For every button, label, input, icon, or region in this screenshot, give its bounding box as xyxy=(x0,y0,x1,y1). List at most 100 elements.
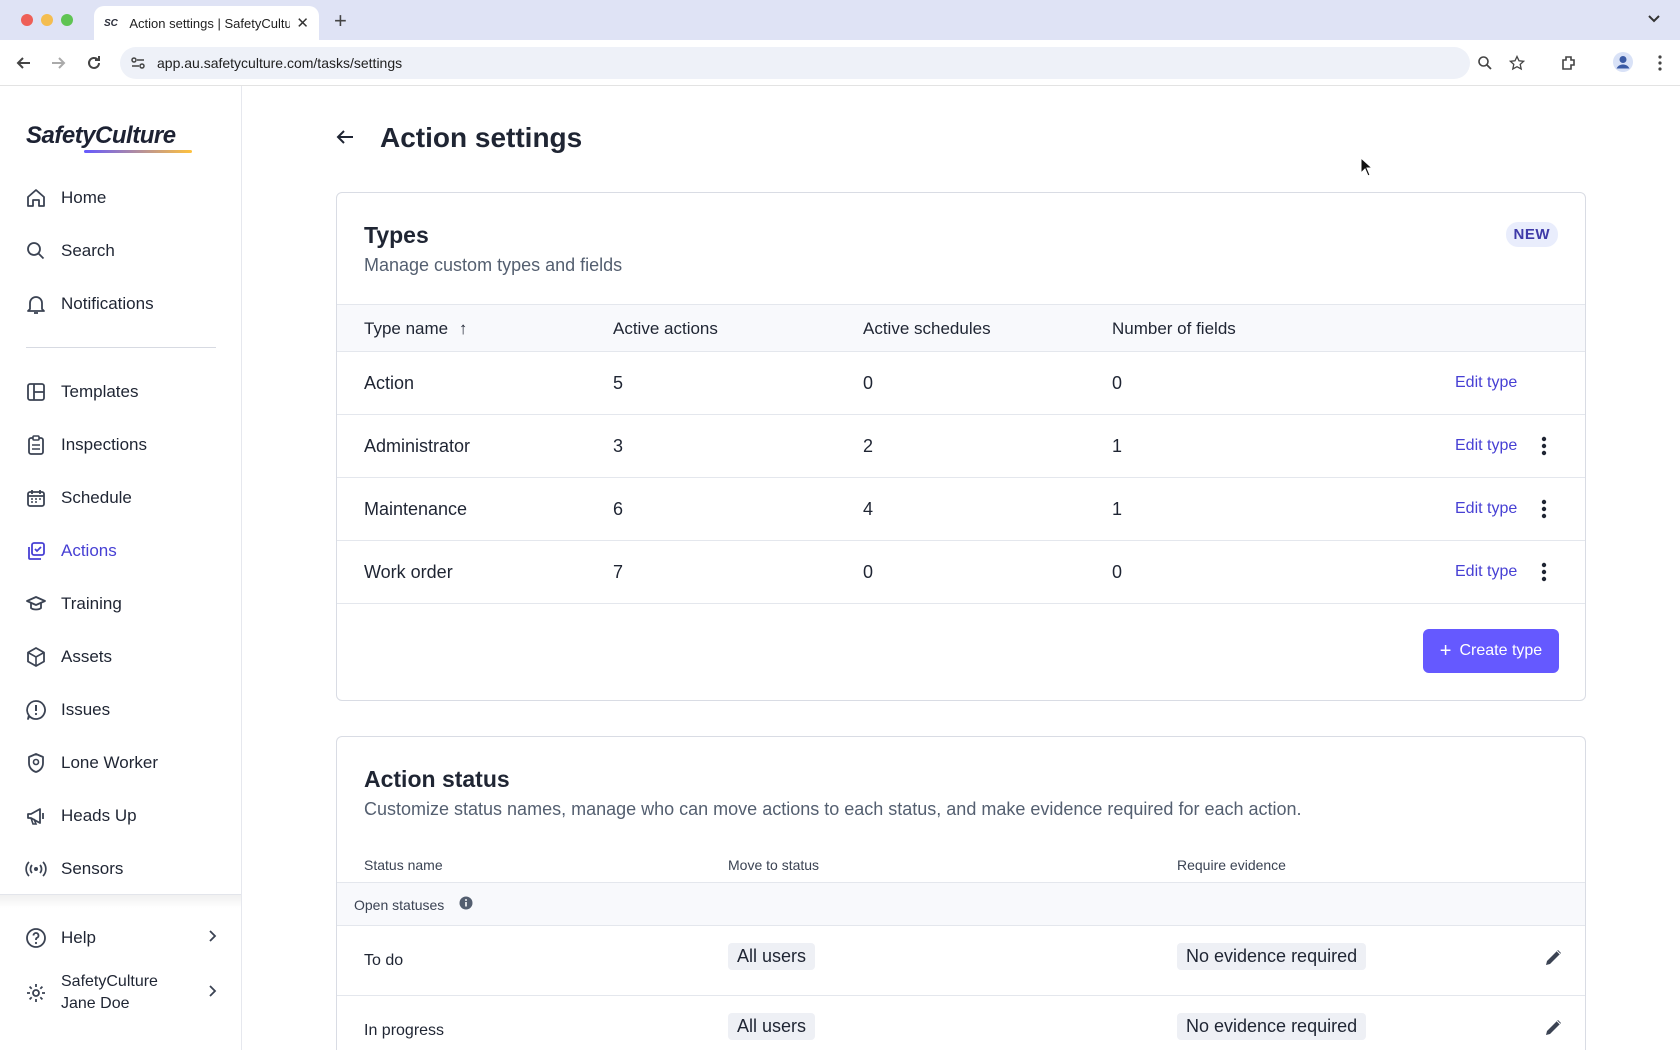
zoom-icon[interactable] xyxy=(1477,55,1493,76)
status-row: In progress All users No evidence requir… xyxy=(337,996,1585,1050)
calendar-icon xyxy=(25,487,47,509)
sidebar-item-heads-up[interactable]: Heads Up xyxy=(0,794,241,838)
active-schedules-value: 4 xyxy=(863,499,874,519)
sidebar-item-label: Home xyxy=(61,188,107,207)
window-close-button[interactable] xyxy=(21,14,33,26)
browser-menu-icon[interactable] xyxy=(1650,53,1670,78)
sidebar-item-label: Actions xyxy=(61,541,117,560)
window-minimize-button[interactable] xyxy=(41,14,53,26)
reload-icon[interactable] xyxy=(84,53,104,78)
new-badge: NEW xyxy=(1505,222,1558,247)
more-options-icon[interactable] xyxy=(1540,561,1548,588)
sidebar-item-schedule[interactable]: Schedule xyxy=(0,476,241,520)
active-schedules-value: 0 xyxy=(863,562,874,582)
edit-pencil-icon[interactable] xyxy=(1543,946,1565,973)
page-title: Action settings xyxy=(380,122,583,153)
active-schedules-value: 0 xyxy=(863,373,874,393)
sidebar-item-issues[interactable]: Issues xyxy=(0,688,241,732)
plus-icon: + xyxy=(1439,640,1452,662)
more-options-icon[interactable] xyxy=(1540,498,1548,525)
browser-toolbar: app.au.safetyculture.com/tasks/settings xyxy=(0,40,1680,86)
column-header-require-evidence: Require evidence xyxy=(1177,857,1286,873)
graduation-cap-icon xyxy=(25,593,47,615)
extensions-icon[interactable] xyxy=(1559,53,1579,78)
favicon-icon: SC xyxy=(104,17,118,29)
sidebar-profile[interactable]: SafetyCulture Jane Doe xyxy=(0,966,241,1020)
require-evidence-chip: No evidence required xyxy=(1177,1013,1367,1040)
edit-type-link[interactable]: Edit type xyxy=(1455,500,1517,518)
templates-icon xyxy=(25,381,47,403)
new-tab-button[interactable]: + xyxy=(334,8,347,34)
sidebar-item-label: Heads Up xyxy=(61,806,137,825)
column-header-active-actions: Active actions xyxy=(613,319,718,338)
fields-value: 0 xyxy=(1112,373,1123,393)
create-type-button[interactable]: + Create type xyxy=(1423,629,1559,673)
column-header-number-of-fields: Number of fields xyxy=(1112,319,1236,338)
megaphone-icon xyxy=(25,805,47,827)
fields-value: 1 xyxy=(1112,436,1123,456)
alert-icon xyxy=(25,699,47,721)
tab-search-chevron-icon[interactable] xyxy=(1646,10,1662,31)
bookmark-star-icon[interactable] xyxy=(1508,54,1526,76)
more-options-icon[interactable] xyxy=(1540,435,1548,462)
edit-type-link[interactable]: Edit type xyxy=(1455,563,1517,581)
sidebar-item-home[interactable]: Home xyxy=(0,176,241,220)
edit-type-link[interactable]: Edit type xyxy=(1455,437,1517,455)
sidebar-item-lone-worker[interactable]: Lone Worker xyxy=(0,741,241,785)
window-zoom-button[interactable] xyxy=(61,14,73,26)
sidebar-item-help[interactable]: Help xyxy=(0,916,241,960)
action-status-subtitle: Customize status names, manage who can m… xyxy=(364,799,1302,819)
column-header-type-name[interactable]: Type name ↑ xyxy=(364,319,467,339)
sidebar-item-notifications[interactable]: Notifications xyxy=(0,282,241,326)
require-evidence-chip: No evidence required xyxy=(1177,943,1367,970)
back-icon[interactable] xyxy=(14,53,34,78)
safetyculture-logo[interactable]: SafetyCulture xyxy=(26,122,176,150)
sort-ascending-icon: ↑ xyxy=(458,319,468,338)
sidebar-item-sensors[interactable]: Sensors xyxy=(0,847,241,891)
profile-avatar-icon[interactable] xyxy=(1612,51,1634,78)
address-bar[interactable]: app.au.safetyculture.com/tasks/settings xyxy=(120,47,1526,79)
profile-user-name: Jane Doe xyxy=(61,995,130,1012)
sidebar-item-label: Training xyxy=(61,594,122,613)
site-settings-icon[interactable] xyxy=(130,55,146,76)
browser-tab[interactable]: SC Action settings | SafetyCulture ✕ xyxy=(94,6,319,40)
type-name: Administrator xyxy=(364,436,471,456)
active-actions-value: 5 xyxy=(613,373,624,393)
info-icon[interactable] xyxy=(459,896,473,915)
sidebar-item-label: Issues xyxy=(61,700,111,719)
sidebar-item-assets[interactable]: Assets xyxy=(0,635,241,679)
active-schedules-value: 2 xyxy=(863,436,874,456)
clipboard-icon xyxy=(25,434,47,456)
gear-icon xyxy=(25,982,47,1004)
types-subtitle: Manage custom types and fields xyxy=(364,255,623,275)
status-row: To do All users No evidence required xyxy=(337,926,1585,996)
cube-icon xyxy=(25,646,47,668)
table-row: Action 5 0 0 Edit type xyxy=(337,352,1585,415)
type-name: Work order xyxy=(364,562,453,582)
active-actions-value: 6 xyxy=(613,499,624,519)
edit-type-link[interactable]: Edit type xyxy=(1455,374,1517,392)
sidebar-item-label: Lone Worker xyxy=(61,753,159,772)
sidebar-item-training[interactable]: Training xyxy=(0,582,241,626)
sidebar-item-label: Sensors xyxy=(61,859,124,878)
column-header-move-to-status: Move to status xyxy=(728,857,820,873)
tab-close-icon[interactable]: ✕ xyxy=(296,14,309,32)
shield-pin-icon xyxy=(25,752,47,774)
table-row: Administrator 3 2 1 Edit type xyxy=(337,415,1585,478)
move-to-status-chip: All users xyxy=(728,1013,816,1040)
help-icon xyxy=(25,927,47,949)
actions-icon xyxy=(25,540,47,562)
edit-pencil-icon[interactable] xyxy=(1543,1016,1565,1043)
column-header-status-name: Status name xyxy=(364,857,443,873)
types-title: Types xyxy=(364,222,429,248)
url-text: app.au.safetyculture.com/tasks/settings xyxy=(157,55,403,71)
sidebar-item-actions[interactable]: Actions xyxy=(0,529,241,573)
sidebar-item-label: Templates xyxy=(61,382,139,401)
sidebar-item-templates[interactable]: Templates xyxy=(0,370,241,414)
home-icon xyxy=(25,187,47,209)
forward-icon[interactable] xyxy=(48,53,68,78)
back-arrow-icon[interactable] xyxy=(334,126,356,153)
sidebar-item-search[interactable]: Search xyxy=(0,229,241,273)
tab-title: Action settings | SafetyCulture xyxy=(129,15,291,31)
sidebar-item-inspections[interactable]: Inspections xyxy=(0,423,241,467)
